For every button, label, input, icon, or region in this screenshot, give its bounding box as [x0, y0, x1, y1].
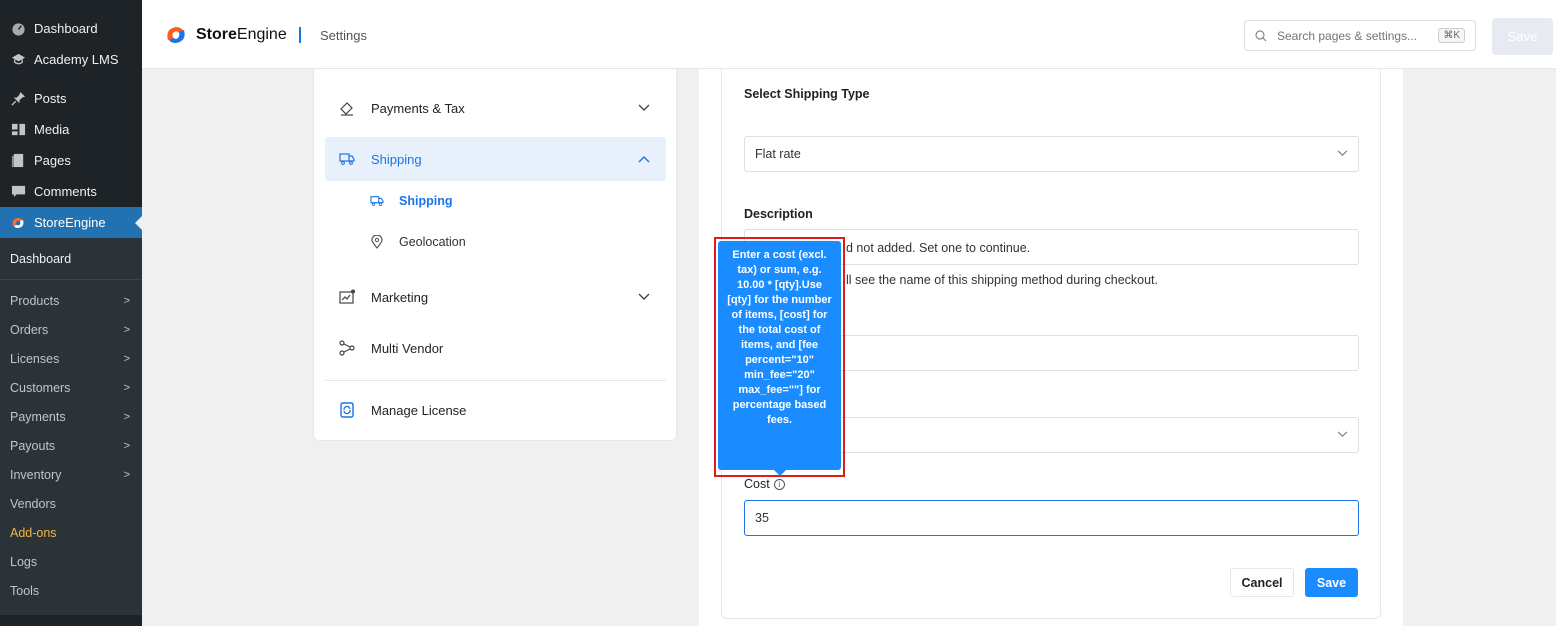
- chevron-up-icon: [638, 152, 650, 166]
- chevron-right-icon: >: [123, 381, 130, 394]
- info-icon[interactable]: i: [773, 479, 785, 490]
- wp-submenu-dashboard[interactable]: Dashboard: [0, 244, 142, 273]
- description-label: Description: [744, 207, 813, 221]
- nav-marketing[interactable]: Marketing: [325, 275, 666, 319]
- cost-input[interactable]: 35: [744, 500, 1359, 536]
- shipping-type-label: Select Shipping Type: [744, 87, 870, 101]
- submenu-divider: [0, 279, 142, 280]
- chevron-right-icon: >: [123, 439, 130, 452]
- wp-menu-comments[interactable]: Comments: [0, 176, 142, 207]
- storeengine-logo[interactable]: StoreEngine: [164, 23, 287, 47]
- description-value-visible: d not added. Set one to continue.: [846, 241, 1031, 255]
- nav-payments-tax[interactable]: Payments & Tax: [325, 86, 666, 130]
- search-box[interactable]: ⌘K: [1244, 20, 1476, 51]
- wp-submenu-inventory[interactable]: Inventory >: [0, 460, 142, 489]
- shipping-type-select[interactable]: Flat rate: [744, 136, 1359, 172]
- wp-menu-media[interactable]: Media: [0, 114, 142, 145]
- chevron-down-icon: [638, 101, 650, 115]
- description-help-text: ll see the name of this shipping method …: [846, 273, 1158, 287]
- payment-tag-icon: [337, 100, 357, 116]
- truck-icon: [337, 152, 357, 166]
- pages-icon: [10, 153, 26, 169]
- chevron-down-icon: [1337, 148, 1348, 160]
- cost-label: Cost i: [744, 477, 785, 491]
- wp-menu-pages[interactable]: Pages: [0, 145, 142, 176]
- wp-submenu-orders[interactable]: Orders >: [0, 315, 142, 344]
- search-icon: [1255, 29, 1267, 41]
- marketing-icon: [337, 289, 357, 305]
- nav-divider: [325, 380, 666, 381]
- header-separator: [299, 27, 301, 43]
- wp-menu-dashboard[interactable]: Dashboard: [0, 13, 142, 44]
- academy-icon: [10, 52, 26, 68]
- shortcut-badge: ⌘K: [1438, 28, 1465, 43]
- wp-menu-storeengine[interactable]: StoreEngine: [0, 207, 143, 238]
- wp-submenu-tools[interactable]: Tools: [0, 576, 142, 605]
- settings-nav: Payments & Tax Shipping Shipping Geoloca…: [313, 69, 677, 441]
- wp-submenu-products[interactable]: Products >: [0, 286, 142, 315]
- location-pin-icon: [369, 235, 385, 249]
- chevron-right-icon: >: [123, 294, 130, 307]
- media-icon: [10, 122, 26, 138]
- nav-multi-vendor[interactable]: Multi Vendor: [325, 326, 666, 370]
- cost-tooltip: Enter a cost (excl. tax) or sum, e.g. 10…: [718, 241, 841, 470]
- chevron-right-icon: >: [123, 352, 130, 365]
- cancel-button[interactable]: Cancel: [1230, 568, 1294, 597]
- chevron-right-icon: >: [123, 468, 130, 481]
- header-save-button[interactable]: Save: [1492, 18, 1553, 55]
- storeengine-logo-icon: [167, 27, 185, 43]
- chevron-down-icon: [1337, 429, 1348, 441]
- storeengine-icon: [10, 215, 26, 231]
- wp-submenu-addons[interactable]: Add-ons: [0, 518, 142, 547]
- wp-submenu-logs[interactable]: Logs: [0, 547, 142, 576]
- nav-shipping[interactable]: Shipping: [325, 137, 666, 181]
- storeengine-submenu: Dashboard Products > Orders > Licenses > Cu…: [0, 238, 142, 615]
- save-button[interactable]: Save: [1305, 568, 1358, 597]
- tooltip-arrow: [774, 470, 786, 476]
- wp-admin-sidebar: Dashboard Academy LMS Posts Media Pages …: [0, 0, 143, 626]
- chevron-right-icon: >: [123, 323, 130, 336]
- wp-submenu-payouts[interactable]: Payouts >: [0, 431, 142, 460]
- wp-submenu-licenses[interactable]: Licenses >: [0, 344, 142, 373]
- brand-name: StoreEngine: [196, 26, 287, 43]
- nav-manage-license[interactable]: Manage License: [325, 388, 666, 432]
- breadcrumb-settings: Settings: [320, 28, 367, 43]
- license-icon: [337, 402, 357, 418]
- nav-sub-shipping[interactable]: Shipping: [369, 194, 452, 208]
- wp-menu-academy-lms[interactable]: Academy LMS: [0, 44, 142, 75]
- app-header: StoreEngine Settings ⌘K Save: [142, 0, 1556, 69]
- chevron-right-icon: >: [123, 410, 130, 423]
- comments-icon: [10, 184, 26, 200]
- chevron-down-icon: [638, 290, 650, 304]
- wp-submenu-payments[interactable]: Payments >: [0, 402, 142, 431]
- nav-sub-geolocation[interactable]: Geolocation: [369, 235, 466, 249]
- wp-submenu-customers[interactable]: Customers >: [0, 373, 142, 402]
- multi-vendor-icon: [337, 340, 357, 356]
- wp-submenu-vendors[interactable]: Vendors: [0, 489, 142, 518]
- dashboard-icon: [10, 21, 26, 37]
- search-input[interactable]: [1277, 28, 1427, 43]
- wp-menu-posts[interactable]: Posts: [0, 83, 142, 114]
- pin-icon: [10, 91, 26, 107]
- truck-icon: [369, 195, 385, 207]
